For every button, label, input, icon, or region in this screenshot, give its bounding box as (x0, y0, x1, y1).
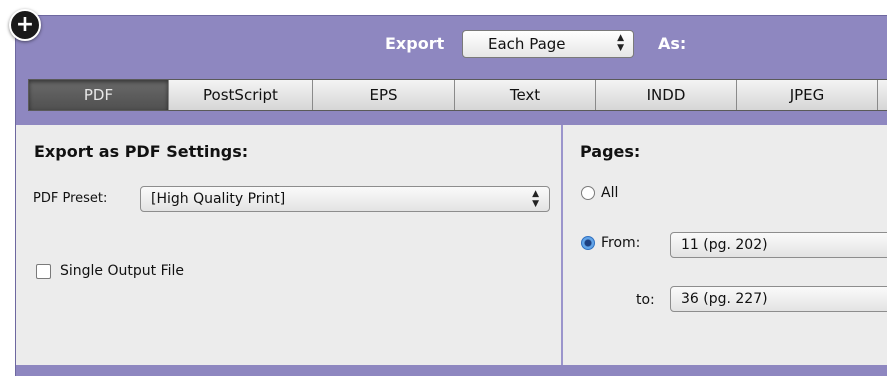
export-header: Export Each Page ▲ ▼ As: (16, 16, 887, 72)
pdf-preset-select[interactable]: [High Quality Print] ▲ ▼ (140, 186, 550, 212)
add-icon[interactable]: + (9, 9, 41, 41)
tab-indd[interactable]: INDD (596, 80, 737, 110)
select-arrows-icon: ▲ ▼ (617, 33, 624, 53)
export-scope-value: Each Page (488, 35, 566, 53)
preset-arrows-icon: ▲ ▼ (532, 189, 539, 209)
export-scope-select[interactable]: Each Page ▲ ▼ (462, 30, 634, 58)
tab-postscript[interactable]: PostScript (169, 80, 313, 110)
to-page-value: 36 (pg. 227) (681, 291, 768, 307)
radio-all[interactable] (581, 186, 595, 200)
to-label: to: (636, 292, 655, 308)
format-tabs: PDF PostScript EPS Text INDD JPEG (28, 79, 887, 111)
from-page-field[interactable]: 11 (pg. 202) (670, 232, 887, 258)
tab-pdf[interactable]: PDF (29, 80, 169, 110)
pdf-settings-title: Export as PDF Settings: (34, 142, 249, 161)
export-label: Export (385, 34, 445, 53)
as-label: As: (658, 34, 687, 53)
pages-title: Pages: (580, 142, 641, 161)
single-output-label[interactable]: Single Output File (60, 263, 184, 279)
radio-all-label[interactable]: All (601, 185, 618, 201)
tab-jpeg[interactable]: JPEG (737, 80, 878, 110)
pdf-preset-value: [High Quality Print] (151, 191, 286, 207)
from-page-value: 11 (pg. 202) (681, 237, 768, 253)
tab-text[interactable]: Text (455, 80, 596, 110)
radio-from[interactable] (581, 236, 595, 250)
preset-label: PDF Preset: (33, 191, 108, 206)
to-page-field[interactable]: 36 (pg. 227) (670, 286, 887, 312)
tab-eps[interactable]: EPS (313, 80, 455, 110)
single-output-checkbox[interactable] (36, 264, 51, 279)
column-divider (561, 125, 563, 365)
from-label[interactable]: From: (601, 235, 640, 251)
